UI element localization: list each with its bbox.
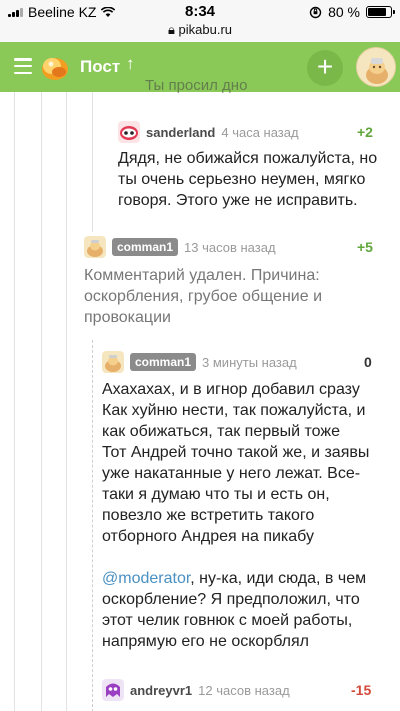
- monster-avatar-icon: [102, 679, 124, 701]
- comment-time[interactable]: 12 часов назад: [198, 683, 290, 698]
- orientation-lock-icon: [309, 6, 322, 18]
- comment-author[interactable]: sanderland: [146, 125, 215, 140]
- comment-paragraph: Ахахахах, и в игнор добавил сразу: [102, 381, 360, 398]
- thread-line[interactable]: [92, 92, 93, 232]
- lock-icon: 🔒︎: [167, 22, 175, 37]
- address-bar[interactable]: 🔒︎ pikabu.ru: [0, 22, 400, 38]
- status-bar: Beeline KZ 8:34 80 % 🔒︎ pikabu.ru: [0, 0, 400, 42]
- page-title: Пост: [80, 57, 121, 76]
- avatar[interactable]: [118, 121, 140, 143]
- avatar-image: [357, 48, 395, 86]
- comment-rating[interactable]: +2: [357, 124, 373, 140]
- avatar-image: [84, 236, 106, 258]
- avatar-image: [102, 351, 124, 373]
- thread-line[interactable]: [66, 92, 67, 711]
- comment-rating[interactable]: -15: [351, 682, 371, 698]
- comment-paragraph: Тот Андрей точно такой же, и заявы уже н…: [102, 444, 370, 545]
- user-avatar[interactable]: [356, 47, 396, 87]
- comment-header: comman1 13 часов назад: [84, 236, 276, 258]
- status-right: 80 %: [309, 4, 395, 20]
- comment-header: andreyvr1 12 часов назад: [102, 679, 290, 701]
- battery-icon: [366, 6, 395, 18]
- avatar[interactable]: [84, 236, 106, 258]
- comment-time[interactable]: 4 часа назад: [221, 125, 298, 140]
- comment-paragraph: @moderator, ну-ка, иди сюда, в чем оскор…: [102, 568, 390, 652]
- comment-text: Дядя, не обижайся пожалуйста, но ты очен…: [118, 150, 378, 209]
- comment-time[interactable]: 3 минуты назад: [202, 355, 297, 370]
- scroll-up-icon[interactable]: ↑: [126, 54, 135, 74]
- thread-line-dashed[interactable]: [92, 340, 93, 711]
- pikabu-logo[interactable]: [40, 52, 70, 82]
- comment-rating[interactable]: +5: [357, 239, 373, 255]
- comment-paragraph: Как хуйню нести, так пожалуйста, и как о…: [102, 402, 366, 440]
- comment-header: comman1 3 минуты назад: [102, 351, 297, 373]
- thread-line[interactable]: [41, 92, 42, 711]
- mention-link[interactable]: @moderator: [102, 570, 190, 587]
- battery-percent: 80 %: [328, 4, 360, 20]
- comment-text-deleted: Комментарий удален. Причина: оскорбления…: [84, 267, 323, 326]
- hamburger-menu-icon[interactable]: [14, 58, 32, 74]
- previous-comment-fragment: Ты просил дно: [145, 77, 248, 94]
- add-post-button[interactable]: +: [307, 50, 343, 86]
- comment-header: sanderland 4 часа назад: [118, 121, 299, 143]
- url-text: pikabu.ru: [178, 22, 233, 37]
- comment-author[interactable]: andreyvr1: [130, 683, 192, 698]
- comment-author[interactable]: comman1: [130, 353, 197, 371]
- avatar[interactable]: [102, 679, 124, 701]
- thread-line[interactable]: [14, 92, 15, 711]
- comment-time[interactable]: 13 часов назад: [184, 240, 276, 255]
- robot-avatar-icon: [118, 121, 140, 143]
- comment-author[interactable]: comman1: [112, 238, 179, 256]
- comment-rating[interactable]: 0: [364, 354, 372, 370]
- avatar[interactable]: [102, 351, 124, 373]
- comment-text: Ахахахах, и в игнор добавил сразу Как ху…: [102, 379, 390, 652]
